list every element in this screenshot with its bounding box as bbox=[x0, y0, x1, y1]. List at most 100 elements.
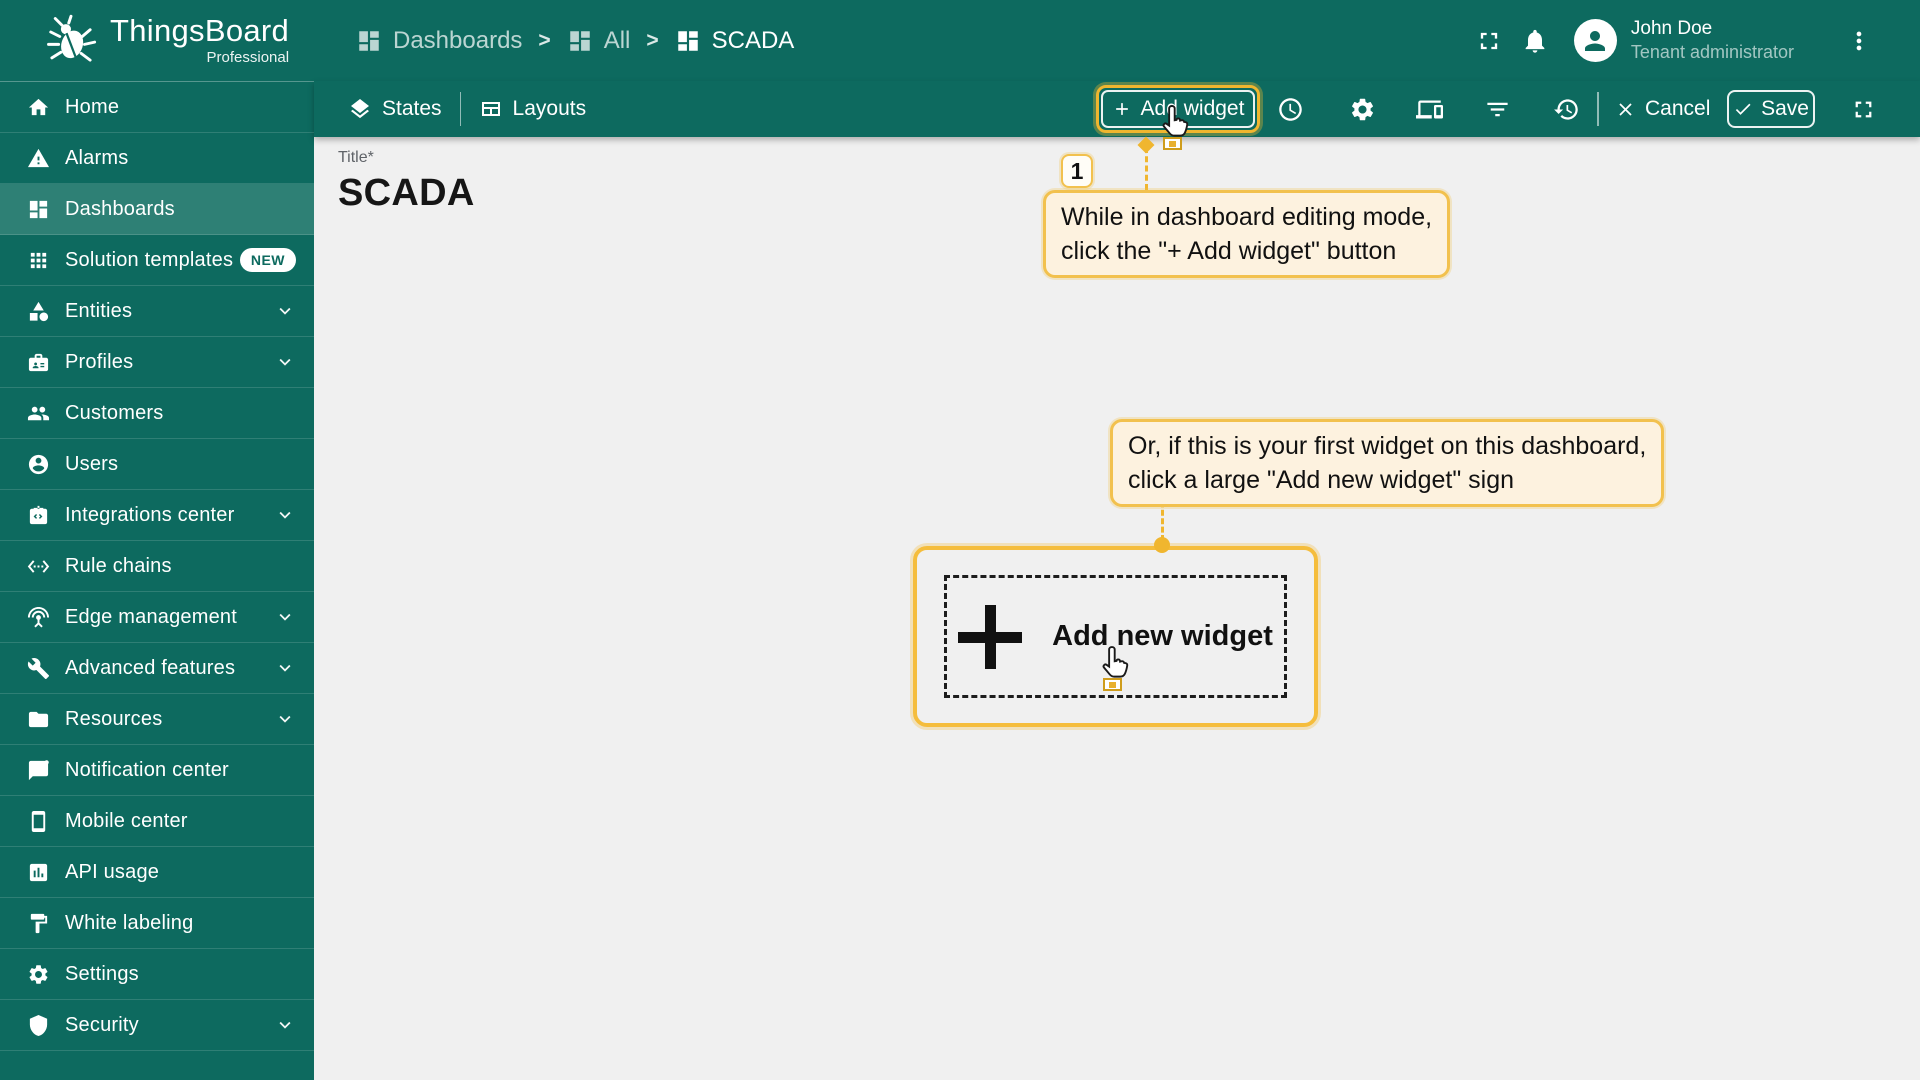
sidebar-item-alarms[interactable]: Alarms bbox=[0, 133, 314, 184]
fullscreen-icon bbox=[1850, 96, 1877, 123]
shield-icon bbox=[27, 1014, 50, 1037]
warning-icon bbox=[27, 147, 50, 170]
clock-icon bbox=[1277, 96, 1304, 123]
sidebar-item-entities[interactable]: Entities bbox=[0, 286, 314, 337]
sidebar-item-edge-management[interactable]: Edge management bbox=[0, 592, 314, 643]
callout-line: While in dashboard editing mode, bbox=[1061, 203, 1433, 231]
breadcrumb-separator: > bbox=[646, 28, 659, 52]
layout-icon bbox=[479, 97, 503, 121]
sidebar-item-notification-center[interactable]: Notification center bbox=[0, 745, 314, 796]
gear-icon bbox=[27, 963, 50, 986]
sidebar-item-security[interactable]: Security bbox=[0, 1000, 314, 1051]
add-widget-button[interactable]: Add widget bbox=[1101, 90, 1255, 128]
add-new-widget-button[interactable]: Add new widget bbox=[944, 575, 1287, 698]
breadcrumb-item-scada[interactable]: SCADA bbox=[675, 27, 794, 55]
filters-button[interactable] bbox=[1474, 89, 1520, 129]
body-row: Home Alarms Dashboards Solution template… bbox=[0, 81, 1920, 1080]
thingsboard-app: ThingsBoard Professional Dashboards > Al… bbox=[0, 0, 1920, 1080]
toolbar-divider bbox=[1597, 92, 1599, 126]
people-icon bbox=[27, 402, 50, 425]
logo[interactable]: ThingsBoard Professional bbox=[0, 14, 314, 68]
sidebar-item-integrations-center[interactable]: Integrations center bbox=[0, 490, 314, 541]
gear-icon bbox=[1349, 96, 1376, 123]
timewindow-button[interactable] bbox=[1267, 89, 1313, 129]
integration-icon bbox=[27, 504, 50, 527]
devices-icon bbox=[1416, 96, 1443, 123]
callout-line: Or, if this is your first widget on this… bbox=[1128, 432, 1647, 460]
sidebar-item-white-labeling[interactable]: White labeling bbox=[0, 898, 314, 949]
user-name: John Doe bbox=[1630, 18, 1713, 40]
code-icon bbox=[27, 555, 50, 578]
user-menu-button[interactable] bbox=[1836, 18, 1882, 64]
sidebar-item-api-usage[interactable]: API usage bbox=[0, 847, 314, 898]
toolbar-separator bbox=[459, 92, 461, 126]
states-label: States bbox=[382, 97, 442, 120]
sidebar-item-advanced-features[interactable]: Advanced features bbox=[0, 643, 314, 694]
fullscreen-icon bbox=[1475, 27, 1503, 55]
content-column: States Layouts Add widget Cancel Save Ti… bbox=[314, 81, 1920, 1080]
add-widget-highlight-ring: Add widget bbox=[1096, 85, 1260, 133]
account-icon bbox=[27, 453, 50, 476]
sidebar-item-solution-templates[interactable]: Solution templates NEW bbox=[0, 235, 314, 286]
sidebar-item-home[interactable]: Home bbox=[0, 82, 314, 133]
callout-line: click a large "Add new widget" sign bbox=[1128, 466, 1514, 494]
save-label: Save bbox=[1761, 97, 1809, 120]
sidebar-item-customers[interactable]: Customers bbox=[0, 388, 314, 439]
dashboard-settings-button[interactable] bbox=[1339, 89, 1385, 129]
chevron-down-icon[interactable] bbox=[274, 1014, 296, 1036]
fullscreen-button[interactable] bbox=[1466, 18, 1512, 64]
notifications-button[interactable] bbox=[1512, 18, 1558, 64]
sidebar-item-settings[interactable]: Settings bbox=[0, 949, 314, 1000]
plus-icon bbox=[1112, 99, 1132, 119]
check-icon bbox=[1733, 99, 1753, 119]
chevron-down-icon[interactable] bbox=[274, 351, 296, 373]
chevron-down-icon[interactable] bbox=[274, 504, 296, 526]
entity-aliases-button[interactable] bbox=[1406, 89, 1452, 129]
connector-line-1 bbox=[1145, 147, 1148, 190]
tutorial-step-badge: 1 bbox=[1061, 154, 1093, 188]
add-new-widget-label: Add new widget bbox=[1052, 620, 1273, 652]
chevron-down-icon[interactable] bbox=[274, 300, 296, 322]
title-field-label: Title* bbox=[338, 149, 374, 166]
sidebar: Home Alarms Dashboards Solution template… bbox=[0, 81, 314, 1080]
logo-title: ThingsBoard bbox=[110, 13, 290, 49]
apps-icon bbox=[27, 249, 50, 272]
layouts-button[interactable]: Layouts bbox=[479, 97, 586, 121]
add-widget-label: Add widget bbox=[1140, 97, 1245, 120]
layers-icon bbox=[348, 97, 372, 121]
save-button[interactable]: Save bbox=[1727, 90, 1815, 128]
sidebar-item-resources[interactable]: Resources bbox=[0, 694, 314, 745]
sidebar-item-mobile-center[interactable]: Mobile center bbox=[0, 796, 314, 847]
paint-icon bbox=[27, 912, 50, 935]
sidebar-item-dashboards[interactable]: Dashboards bbox=[0, 184, 314, 235]
breadcrumb: Dashboards > All > SCADA bbox=[356, 27, 794, 55]
breadcrumb-separator: > bbox=[538, 28, 551, 52]
avatar[interactable] bbox=[1573, 19, 1617, 62]
toolbar-fullscreen-button[interactable] bbox=[1840, 89, 1886, 129]
chevron-down-icon[interactable] bbox=[274, 606, 296, 628]
sidebar-item-profiles[interactable]: Profiles bbox=[0, 337, 314, 388]
breadcrumb-item-all[interactable]: All bbox=[567, 27, 630, 55]
chevron-down-icon[interactable] bbox=[274, 657, 296, 679]
close-icon bbox=[1615, 99, 1636, 120]
sidebar-item-users[interactable]: Users bbox=[0, 439, 314, 490]
user-role: Tenant administrator bbox=[1630, 42, 1794, 63]
dashboard-toolbar: States Layouts Add widget Cancel Save bbox=[314, 81, 1920, 137]
breadcrumb-item-dashboards[interactable]: Dashboards bbox=[356, 27, 522, 55]
category-icon bbox=[27, 300, 50, 323]
dashboard-icon bbox=[567, 28, 593, 54]
more-vert-icon bbox=[1845, 27, 1873, 55]
cancel-button[interactable]: Cancel bbox=[1615, 89, 1710, 129]
dashboard-icon bbox=[356, 28, 382, 54]
chevron-down-icon[interactable] bbox=[274, 708, 296, 730]
sidebar-item-rule-chains[interactable]: Rule chains bbox=[0, 541, 314, 592]
assessment-icon bbox=[27, 861, 50, 884]
profiles-icon bbox=[27, 351, 50, 374]
states-button[interactable]: States bbox=[348, 97, 442, 121]
callout-line: click the "+ Add widget" button bbox=[1061, 237, 1397, 265]
phone-icon bbox=[27, 810, 50, 833]
version-control-button[interactable] bbox=[1543, 89, 1589, 129]
dashboard-icon bbox=[27, 198, 50, 221]
tutorial-callout-add-widget: While in dashboard editing mode, click t… bbox=[1043, 190, 1451, 278]
build-icon bbox=[27, 657, 50, 680]
